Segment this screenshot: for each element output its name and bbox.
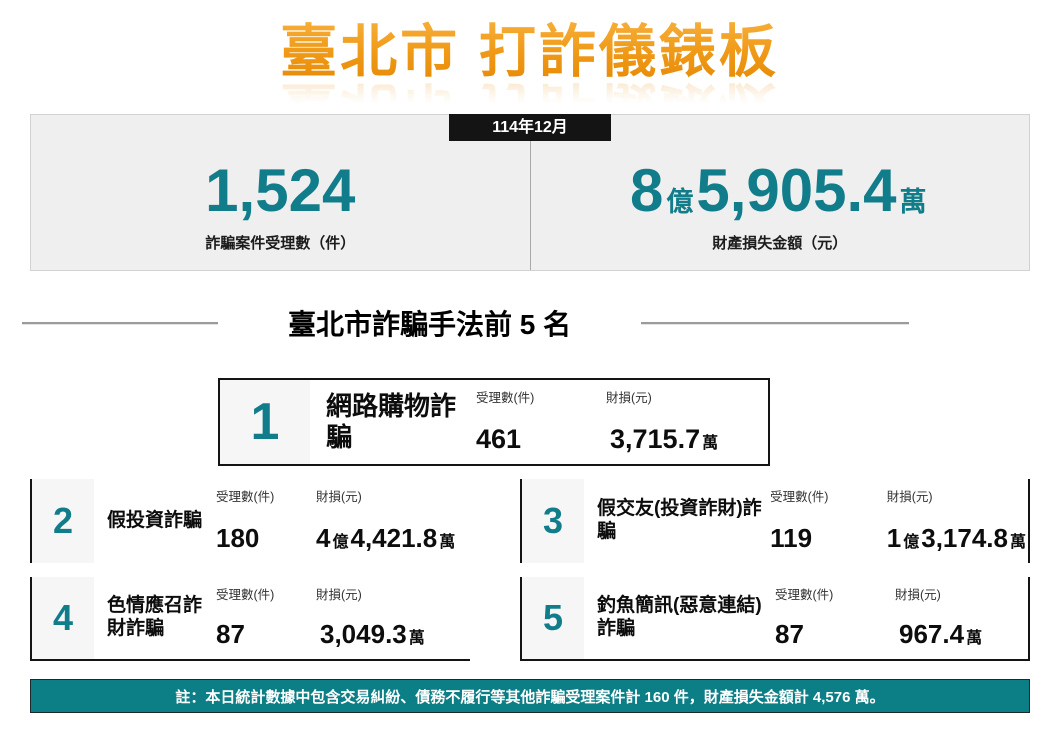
- stat-cases-label: 詐騙案件受理數（件）: [205, 234, 356, 252]
- loss-big1: 8: [629, 156, 664, 224]
- col-header-loss: 財損(元): [316, 588, 362, 602]
- stat-loss-label: 財產損失金額（元）: [712, 234, 848, 252]
- fraud-name: 色情應召詐財詐騙: [107, 595, 203, 639]
- loss-column: 財損(元) 967.4 萬: [895, 577, 1028, 659]
- cases-column: 受理數(件) 87: [216, 577, 316, 659]
- col-header-cases: 受理數(件): [216, 490, 275, 504]
- section-line-left: [22, 321, 218, 325]
- section-header: 臺北市詐騙手法前 5 名: [0, 301, 1059, 345]
- loss-value: 3,049.3 萬: [316, 619, 470, 650]
- rank-box: 1: [220, 380, 310, 464]
- rank-box: 3: [522, 479, 584, 563]
- footer-note: 註：本日統計數據中包含交易糾紛、債務不履行等其他詐騙受理案件計 160 件，財產…: [30, 679, 1030, 713]
- col-header-loss: 財損(元): [886, 490, 933, 504]
- col-header-loss: 財損(元): [895, 588, 941, 602]
- loss-value: 967.4 萬: [895, 619, 1028, 650]
- loss-unit1: 億: [666, 186, 694, 217]
- loss-unit2: 萬: [966, 630, 983, 647]
- loss-unit1: 億: [903, 534, 920, 551]
- summary-panel: 114年12月 1,524 詐騙案件受理數（件） 8 億5,905.4 萬 財產損失…: [30, 114, 1030, 271]
- col-header-cases: 受理數(件): [476, 391, 535, 405]
- loss-column: 財損(元) 3,715.7 萬: [606, 380, 768, 464]
- loss-big2: 5,905.4: [696, 156, 897, 224]
- page-title: 臺北市 打詐儀錶板: [0, 6, 1059, 88]
- loss-value: 3,715.7 萬: [606, 424, 768, 455]
- rank-number: 4: [52, 597, 74, 638]
- loss-column: 財損(元) 4 億4,421.8 萬: [316, 479, 470, 563]
- rank-number: 3: [542, 500, 564, 541]
- cases-value: 87: [216, 619, 245, 649]
- rank-number: 2: [52, 500, 74, 541]
- loss-big1: 4: [316, 523, 331, 553]
- rank-card-1: 1 網路購物詐騙 受理數(件) 461 財損(元) 3,715.7 萬: [218, 378, 770, 466]
- rank-card-4: 4 色情應召詐財詐騙 受理數(件) 87 財損(元) 3,049.3 萬: [30, 577, 470, 661]
- stat-cases-value: 1,524: [205, 156, 356, 224]
- loss-value: 1 億3,174.8 萬: [887, 523, 1028, 554]
- cases-column: 受理數(件) 87: [775, 577, 895, 659]
- loss-unit2: 萬: [702, 435, 719, 452]
- fraud-name: 網路購物詐騙: [326, 390, 457, 452]
- rank-number: 1: [250, 393, 280, 451]
- fraud-name: 釣魚簡訊(惡意連結)詐騙: [597, 595, 762, 639]
- section-line-right: [641, 321, 910, 325]
- col-header-loss: 財損(元): [606, 391, 652, 405]
- fraud-name: 假交友(投資詐財)詐騙: [597, 498, 762, 542]
- stat-loss: 8 億5,905.4 萬 財產損失金額（元）: [529, 141, 1030, 270]
- col-header-cases: 受理數(件): [216, 588, 275, 602]
- rank-card-3: 3 假交友(投資詐財)詐騙 受理數(件) 119 財損(元) 1 億3,174.8…: [520, 479, 1030, 563]
- section-title: 臺北市詐騙手法前 5 名: [288, 309, 572, 340]
- col-header-loss: 財損(元): [316, 490, 362, 504]
- loss-big2: 3,715.7: [610, 424, 701, 454]
- rank-card-2: 2 假投資詐騙 受理數(件) 180 財損(元) 4 億4,421.8 萬: [30, 479, 470, 563]
- loss-big2: 967.4: [899, 619, 965, 649]
- rank-box: 2: [32, 479, 94, 563]
- loss-big2: 3,174.8: [921, 523, 1008, 553]
- cases-column: 受理數(件) 119: [770, 479, 887, 563]
- col-header-cases: 受理數(件): [775, 588, 834, 602]
- cases-value: 180: [216, 523, 260, 553]
- col-header-cases: 受理數(件): [770, 490, 829, 504]
- cases-value: 461: [476, 424, 522, 454]
- loss-big2: 3,049.3: [320, 619, 407, 649]
- cases-value: 119: [770, 523, 813, 553]
- loss-unit2: 萬: [439, 534, 456, 551]
- loss-big1: 1: [886, 523, 902, 553]
- rank-card-5: 5 釣魚簡訊(惡意連結)詐騙 受理數(件) 87 財損(元) 967.4 萬: [520, 577, 1030, 661]
- rank-box: 5: [522, 577, 584, 659]
- loss-value: 4 億4,421.8 萬: [316, 523, 470, 554]
- loss-big2: 4,421.8: [350, 523, 438, 553]
- cases-column: 受理數(件) 180: [216, 479, 316, 563]
- fraud-name: 假投資詐騙: [107, 509, 203, 531]
- loss-unit1: 億: [332, 534, 349, 551]
- cases-column: 受理數(件) 461: [476, 380, 606, 464]
- rank-number: 5: [542, 597, 564, 638]
- rank-box: 4: [32, 577, 94, 659]
- stat-loss-value: 8 億5,905.4 萬: [630, 159, 930, 222]
- cases-value: 87: [775, 619, 804, 649]
- loss-column: 財損(元) 1 億3,174.8 萬: [887, 479, 1028, 563]
- loss-unit2: 萬: [408, 630, 425, 647]
- loss-unit2: 萬: [1009, 534, 1026, 551]
- date-badge: 114年12月: [449, 114, 611, 141]
- stat-cases: 1,524 詐騙案件受理數（件）: [31, 141, 530, 270]
- dashboard-page: 臺北市 打詐儀錶板 114年12月 1,524 詐騙案件受理數（件） 8 億5,9…: [0, 0, 1059, 739]
- loss-column: 財損(元) 3,049.3 萬: [316, 577, 470, 659]
- loss-unit2: 萬: [899, 186, 927, 217]
